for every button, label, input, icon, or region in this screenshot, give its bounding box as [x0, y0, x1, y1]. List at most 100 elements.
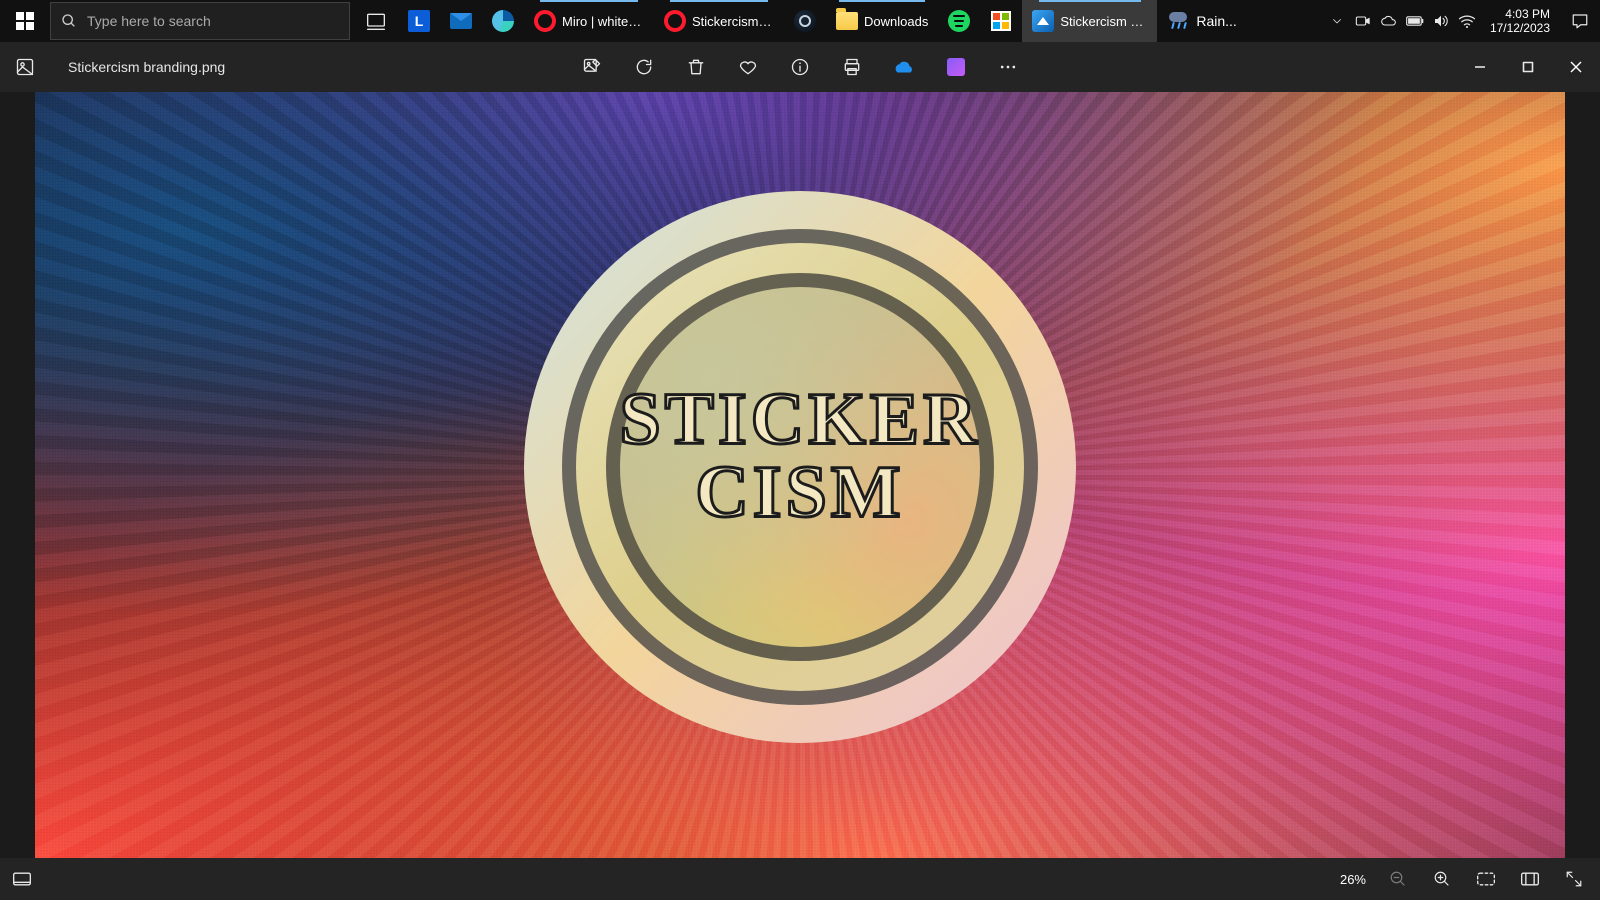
print-icon [842, 57, 862, 77]
clipchamp-icon [947, 58, 965, 76]
rotate-button[interactable] [624, 47, 664, 87]
fullscreen-icon [1565, 870, 1583, 888]
chevron-down-icon [1331, 15, 1343, 27]
taskbar-app-opera-stickercism[interactable]: Stickercism b... [654, 0, 784, 42]
volume-icon [1433, 13, 1449, 29]
zoom-out-icon [1389, 870, 1407, 888]
info-icon [790, 57, 810, 77]
fit-window-icon [1476, 871, 1496, 887]
clipchamp-button[interactable] [936, 47, 976, 87]
window-controls [1456, 42, 1600, 92]
close-button[interactable] [1552, 42, 1600, 92]
taskbar-search-input[interactable]: Type here to search [50, 2, 350, 40]
spotify-icon [948, 10, 970, 32]
taskbar-label: Downloads [864, 14, 928, 29]
notification-icon [1571, 12, 1589, 30]
logo-text-line1: STICKER [619, 385, 980, 455]
minimize-icon [1474, 61, 1486, 73]
tray-wifi[interactable] [1454, 0, 1480, 42]
photos-bottom-bar: 26% [0, 858, 1600, 900]
task-view-icon [366, 11, 386, 31]
fit-to-window-button[interactable] [1466, 861, 1506, 897]
onedrive-icon [893, 59, 915, 75]
fullscreen-button[interactable] [1554, 861, 1594, 897]
zoom-out-button[interactable] [1378, 861, 1418, 897]
actual-size-button[interactable] [1510, 861, 1550, 897]
logo-text-line2: CISM [619, 457, 980, 527]
taskbar-app-edge[interactable] [482, 0, 524, 42]
onedrive-button[interactable] [884, 47, 924, 87]
wifi-icon [1458, 13, 1476, 29]
filmstrip-icon [12, 871, 32, 887]
logo-medallion: STICKER CISM [510, 177, 1090, 757]
minimize-button[interactable] [1456, 42, 1504, 92]
image-viewport[interactable]: STICKER CISM [0, 92, 1600, 858]
taskbar-app-store[interactable] [980, 0, 1022, 42]
taskbar-app-opera-miro[interactable]: Miro | whiteb... [524, 0, 654, 42]
taskbar-weather-widget[interactable]: Rain... [1157, 10, 1246, 32]
folder-icon [836, 12, 858, 30]
maximize-button[interactable] [1504, 42, 1552, 92]
print-button[interactable] [832, 47, 872, 87]
rain-icon [1167, 10, 1189, 32]
ellipsis-icon [998, 57, 1018, 77]
weather-label: Rain... [1196, 13, 1236, 29]
photos-app-titlebar: Stickercism branding.png [0, 42, 1600, 92]
close-icon [1570, 61, 1582, 73]
start-button[interactable] [0, 0, 50, 42]
delete-button[interactable] [676, 47, 716, 87]
system-tray: 4:03 PM 17/12/2023 [1324, 0, 1600, 42]
zoom-in-button[interactable] [1422, 861, 1462, 897]
taskbar-app-explorer-downloads[interactable]: Downloads [826, 0, 938, 42]
rotate-icon [634, 57, 654, 77]
open-file-name: Stickercism branding.png [68, 59, 225, 75]
clock-date: 17/12/2023 [1490, 21, 1550, 35]
displayed-image: STICKER CISM [35, 92, 1565, 858]
search-placeholder-text: Type here to search [87, 13, 211, 29]
trash-icon [686, 57, 706, 77]
opera-icon [664, 10, 686, 32]
windows-logo-icon [16, 12, 34, 30]
more-options-button[interactable] [988, 47, 1028, 87]
edge-icon [492, 10, 514, 32]
clock-time: 4:03 PM [1490, 7, 1550, 21]
taskbar-app-photos[interactable]: Stickercism b... [1022, 0, 1157, 42]
l-app-icon: L [408, 10, 430, 32]
gallery-icon [15, 57, 35, 77]
mail-icon [450, 13, 472, 29]
tray-volume[interactable] [1428, 0, 1454, 42]
tray-meet-now[interactable] [1350, 0, 1376, 42]
tray-onedrive[interactable] [1376, 0, 1402, 42]
taskbar-label: Miro | whiteb... [562, 14, 644, 29]
taskbar-label: Stickercism b... [1060, 14, 1147, 29]
edit-image-icon [582, 57, 602, 77]
filmstrip-toggle-button[interactable] [0, 858, 44, 900]
favorite-button[interactable] [728, 47, 768, 87]
edit-image-button[interactable] [572, 47, 612, 87]
tray-overflow-button[interactable] [1324, 0, 1350, 42]
taskbar-app-l[interactable]: L [398, 0, 440, 42]
opera-icon [534, 10, 556, 32]
zoom-percentage: 26% [1340, 872, 1366, 887]
zoom-controls: 26% [1340, 861, 1600, 897]
taskbar-clock[interactable]: 4:03 PM 17/12/2023 [1480, 7, 1560, 35]
cloud-icon [1381, 13, 1397, 29]
photos-toolbar [572, 47, 1028, 87]
tray-battery[interactable] [1402, 0, 1428, 42]
taskbar-label: Stickercism b... [692, 14, 774, 29]
taskbar-app-spotify[interactable] [938, 0, 980, 42]
task-view-button[interactable] [354, 0, 398, 42]
search-icon [61, 13, 77, 29]
battery-icon [1406, 15, 1424, 27]
info-button[interactable] [780, 47, 820, 87]
action-center-button[interactable] [1560, 0, 1600, 42]
zoom-in-icon [1433, 870, 1451, 888]
taskbar-app-steam[interactable] [784, 0, 826, 42]
maximize-icon [1522, 61, 1534, 73]
back-to-gallery-button[interactable] [0, 42, 50, 92]
taskbar-app-mail[interactable] [440, 0, 482, 42]
photos-app-icon [1032, 10, 1054, 32]
windows-taskbar: Type here to search L Miro | whiteb... S… [0, 0, 1600, 42]
meet-now-icon [1355, 13, 1371, 29]
steam-icon [794, 10, 816, 32]
